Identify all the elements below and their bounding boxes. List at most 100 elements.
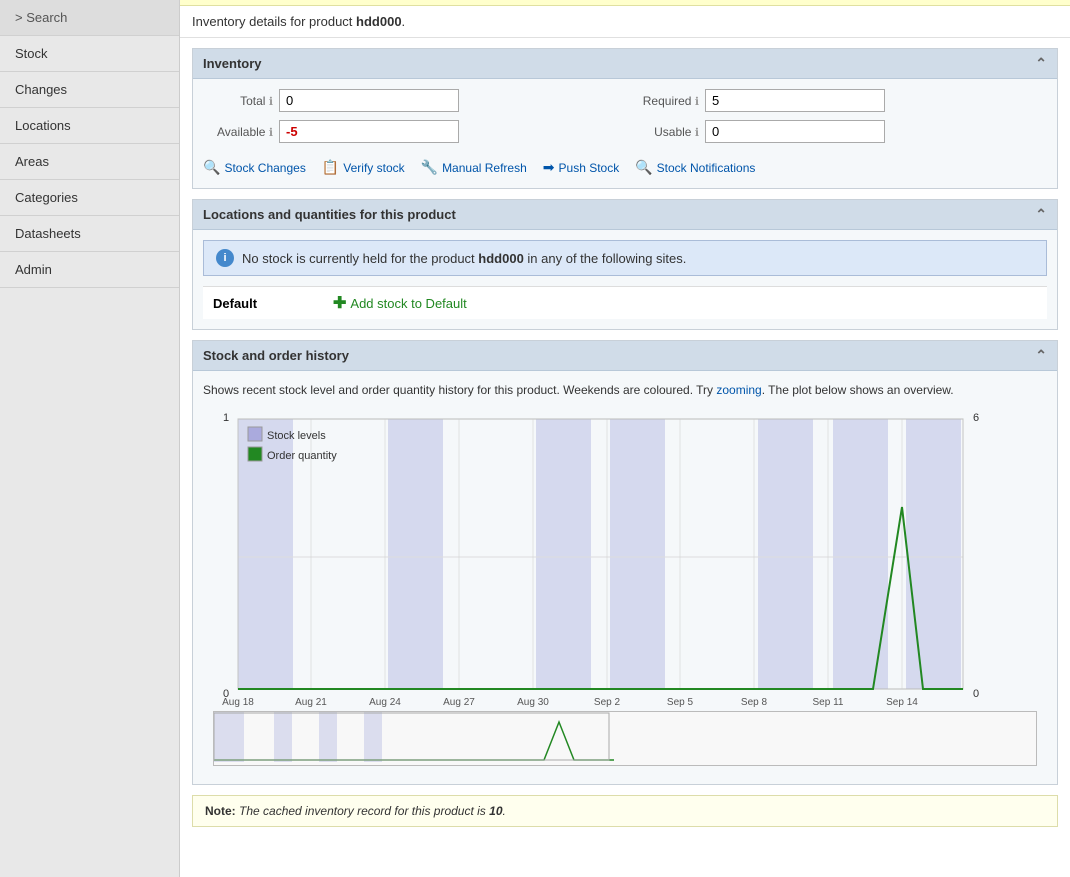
available-info-icon[interactable]: ℹ [269,127,273,139]
total-info-icon[interactable]: ℹ [269,96,273,108]
push-stock-label: Push Stock [559,161,620,175]
location-row-default: Default ✚ Add stock to Default [203,286,1047,319]
locations-title: Locations and quantities for this produc… [203,207,456,222]
info-suffix: in any of the following sites. [524,251,687,266]
product-code: hdd000 [356,14,402,29]
available-input[interactable] [279,120,459,143]
sidebar-item-admin[interactable]: Admin [0,252,179,288]
total-field: Total ℹ [203,89,621,112]
sidebar-item-categories[interactable]: Categories [0,180,179,216]
usable-field: Usable ℹ [629,120,1047,143]
legend-stock-label: Stock levels [267,430,326,442]
locations-panel: Locations and quantities for this produc… [192,199,1058,330]
inventory-title: Inventory [203,56,262,71]
no-stock-info-box: i No stock is currently held for the pro… [203,240,1047,276]
usable-label: Usable ℹ [629,125,699,139]
legend-order-swatch [248,447,262,461]
zooming-link[interactable]: zooming [716,383,761,397]
info-prefix: No stock is currently held for the produ… [242,251,478,266]
weekend-band-2 [388,419,443,689]
header-suffix: . [402,14,406,29]
required-info-icon[interactable]: ℹ [695,96,699,108]
inventory-collapse-icon[interactable]: ⌃ [1035,55,1047,72]
main-content: Inventory details for product hdd000. In… [180,0,1070,877]
sidebar-item-search[interactable]: > Search [0,0,179,36]
add-stock-label: Add stock to Default [350,296,466,311]
manual-refresh-icon: 🔧 [421,159,438,176]
no-stock-text: No stock is currently held for the produ… [242,251,686,266]
history-panel: Stock and order history ⌃ Shows recent s… [192,340,1058,785]
sidebar-item-datasheets[interactable]: Datasheets [0,216,179,252]
sidebar-item-areas[interactable]: Areas [0,144,179,180]
info-circle-icon: i [216,249,234,267]
sidebar: > Search Stock Changes Locations Areas C… [0,0,180,877]
locations-panel-body: i No stock is currently held for the pro… [193,230,1057,329]
manual-refresh-label: Manual Refresh [442,161,527,175]
inventory-panel-body: Total ℹ Required ℹ Available [193,79,1057,188]
history-panel-header: Stock and order history ⌃ [193,341,1057,371]
y-right-top-label: 6 [973,412,979,424]
action-links: 🔍 Stock Changes 📋 Verify stock 🔧 Manual … [203,153,1047,178]
x-label-7: Sep 8 [741,697,768,707]
manual-refresh-link[interactable]: 🔧 Manual Refresh [421,159,527,176]
sidebar-item-changes[interactable]: Changes [0,72,179,108]
history-panel-body: Shows recent stock level and order quant… [193,371,1057,784]
main-chart-container: 1 0 6 0 [203,407,1047,766]
x-label-4: Aug 30 [517,697,549,707]
verify-stock-icon: 📋 [322,159,339,176]
usable-input[interactable] [705,120,885,143]
required-field: Required ℹ [629,89,1047,112]
main-chart-svg: 1 0 6 0 [213,407,993,707]
weekend-band-4 [610,419,665,689]
add-stock-default-link[interactable]: ✚ Add stock to Default [333,293,467,313]
inventory-panel: Inventory ⌃ Total ℹ Required ℹ [192,48,1058,189]
x-label-9: Sep 14 [886,697,918,707]
total-input[interactable] [279,89,459,112]
required-label: Required ℹ [629,94,699,108]
overview-chart [213,711,1037,766]
verify-stock-link[interactable]: 📋 Verify stock [322,159,405,176]
stock-notifications-icon: 🔍 [635,159,652,176]
x-label-2: Aug 24 [369,697,401,707]
note-value: 10 [489,804,502,818]
verify-stock-label: Verify stock [343,161,404,175]
history-title: Stock and order history [203,348,349,363]
legend-stock-swatch [248,427,262,441]
legend-order-label: Order quantity [267,450,337,462]
product-header: Inventory details for product hdd000. [180,6,1070,38]
history-collapse-icon[interactable]: ⌃ [1035,347,1047,364]
weekend-band-5 [758,419,813,689]
header-text: Inventory details for product [192,14,356,29]
stock-notifications-label: Stock Notifications [657,161,756,175]
history-description: Shows recent stock level and order quant… [203,381,1047,399]
inventory-grid: Total ℹ Required ℹ Available [203,89,1047,143]
usable-info-icon[interactable]: ℹ [695,127,699,139]
sidebar-item-stock[interactable]: Stock [0,36,179,72]
y-right-bottom-label: 0 [973,688,979,700]
locations-collapse-icon[interactable]: ⌃ [1035,206,1047,223]
available-label: Available ℹ [203,125,273,139]
inventory-panel-header: Inventory ⌃ [193,49,1057,79]
note-box: Note: The cached inventory record for th… [192,795,1058,827]
add-stock-icon: ✚ [333,293,346,313]
stock-notifications-link[interactable]: 🔍 Stock Notifications [635,159,755,176]
stock-changes-label: Stock Changes [224,161,305,175]
x-label-3: Aug 27 [443,697,475,707]
available-field: Available ℹ [203,120,621,143]
stock-changes-link[interactable]: 🔍 Stock Changes [203,159,306,176]
total-label: Total ℹ [203,94,273,108]
stock-changes-icon: 🔍 [203,159,220,176]
overview-chart-svg [214,712,614,762]
location-name-default: Default [213,296,333,311]
weekend-band-7 [906,419,961,689]
push-stock-link[interactable]: ➡ Push Stock [543,159,619,176]
note-text: The cached inventory record for this pro… [239,804,506,818]
sidebar-item-locations[interactable]: Locations [0,108,179,144]
required-input[interactable] [705,89,885,112]
x-label-6: Sep 5 [667,697,694,707]
x-label-0: Aug 18 [222,697,254,707]
push-stock-icon: ➡ [543,159,555,176]
x-label-5: Sep 2 [594,697,621,707]
y-left-top-label: 1 [223,412,229,424]
locations-panel-header: Locations and quantities for this produc… [193,200,1057,230]
